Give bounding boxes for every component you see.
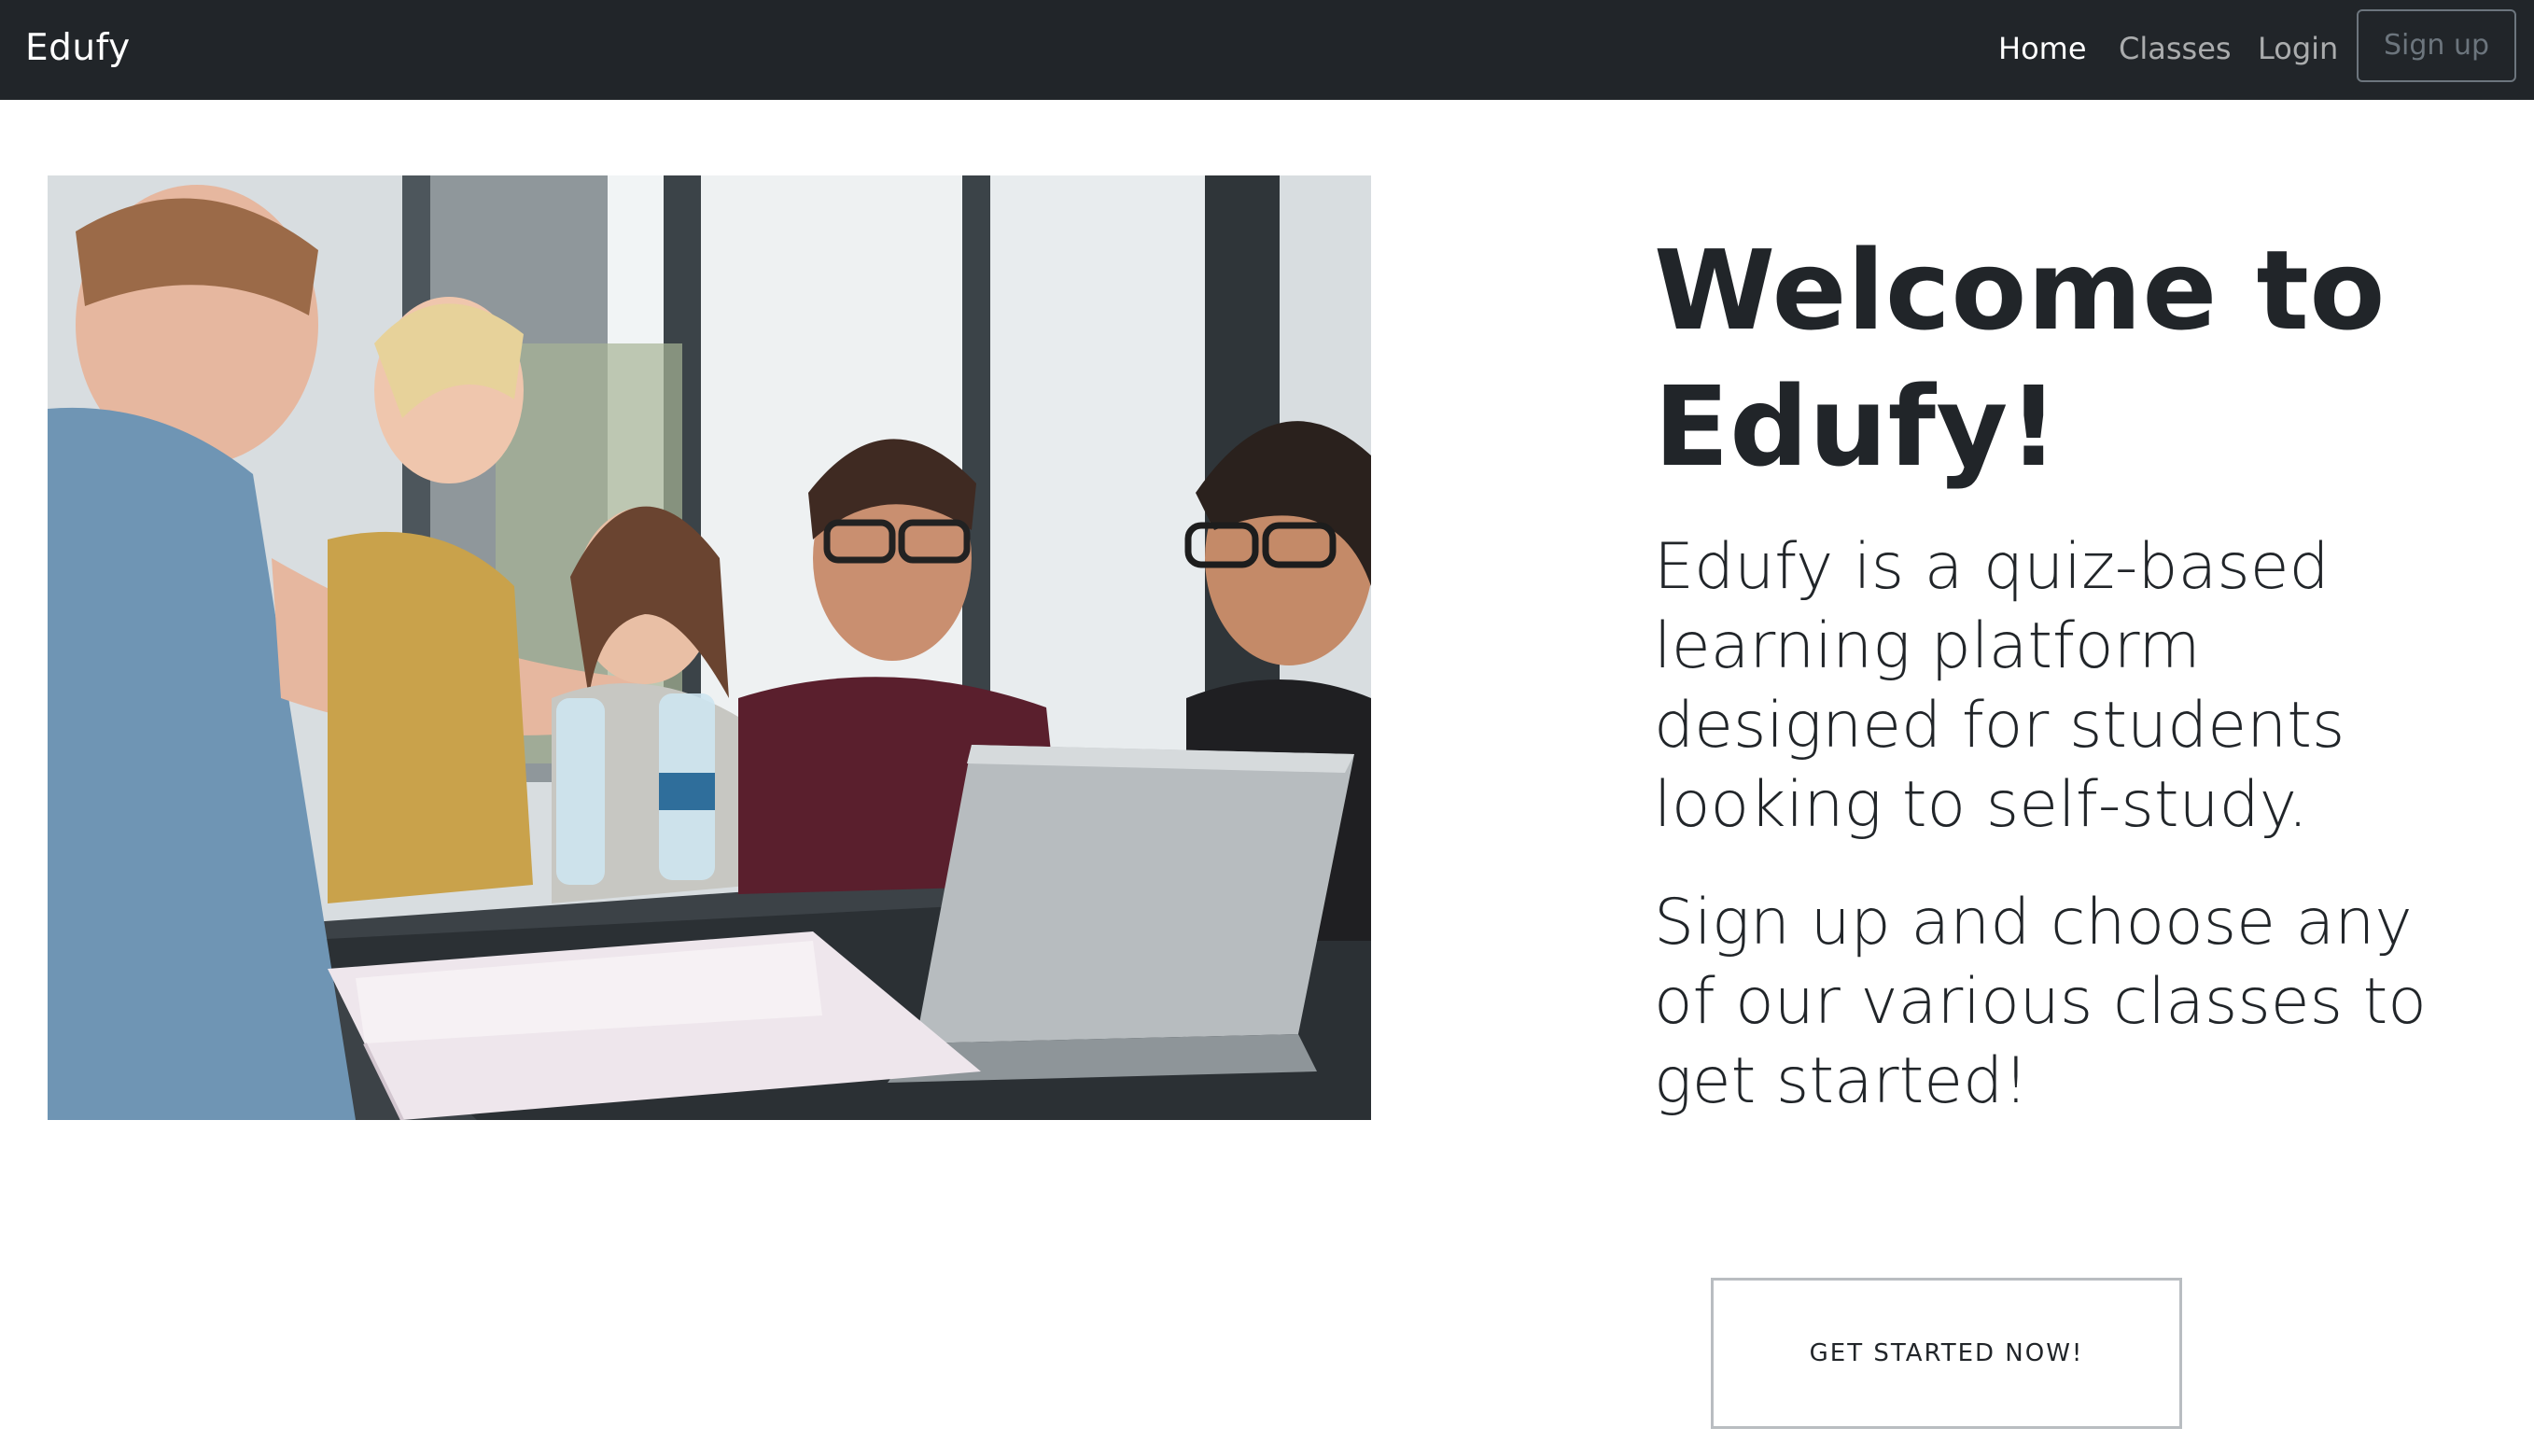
hero-photo: [48, 175, 1371, 1120]
signup-prompt-paragraph: Sign up and choose any of our various cl…: [1654, 886, 2427, 1118]
nav-link-login[interactable]: Login: [2258, 27, 2338, 70]
get-started-button[interactable]: GET STARTED NOW!: [1711, 1278, 2182, 1429]
nav-link-home[interactable]: Home: [1998, 27, 2087, 70]
intro-paragraph: Edufy is a quiz-based learning platform …: [1654, 530, 2345, 842]
hero-photo-illustration: [48, 175, 1371, 1120]
nav-link-classes[interactable]: Classes: [2119, 27, 2232, 70]
signup-button[interactable]: Sign up: [2357, 9, 2516, 82]
top-navbar: Edufy Home Classes Login Sign up: [0, 0, 2534, 100]
brand-logo-text[interactable]: Edufy: [25, 24, 131, 73]
page-title: Welcome to Edufy!: [1654, 226, 2386, 491]
